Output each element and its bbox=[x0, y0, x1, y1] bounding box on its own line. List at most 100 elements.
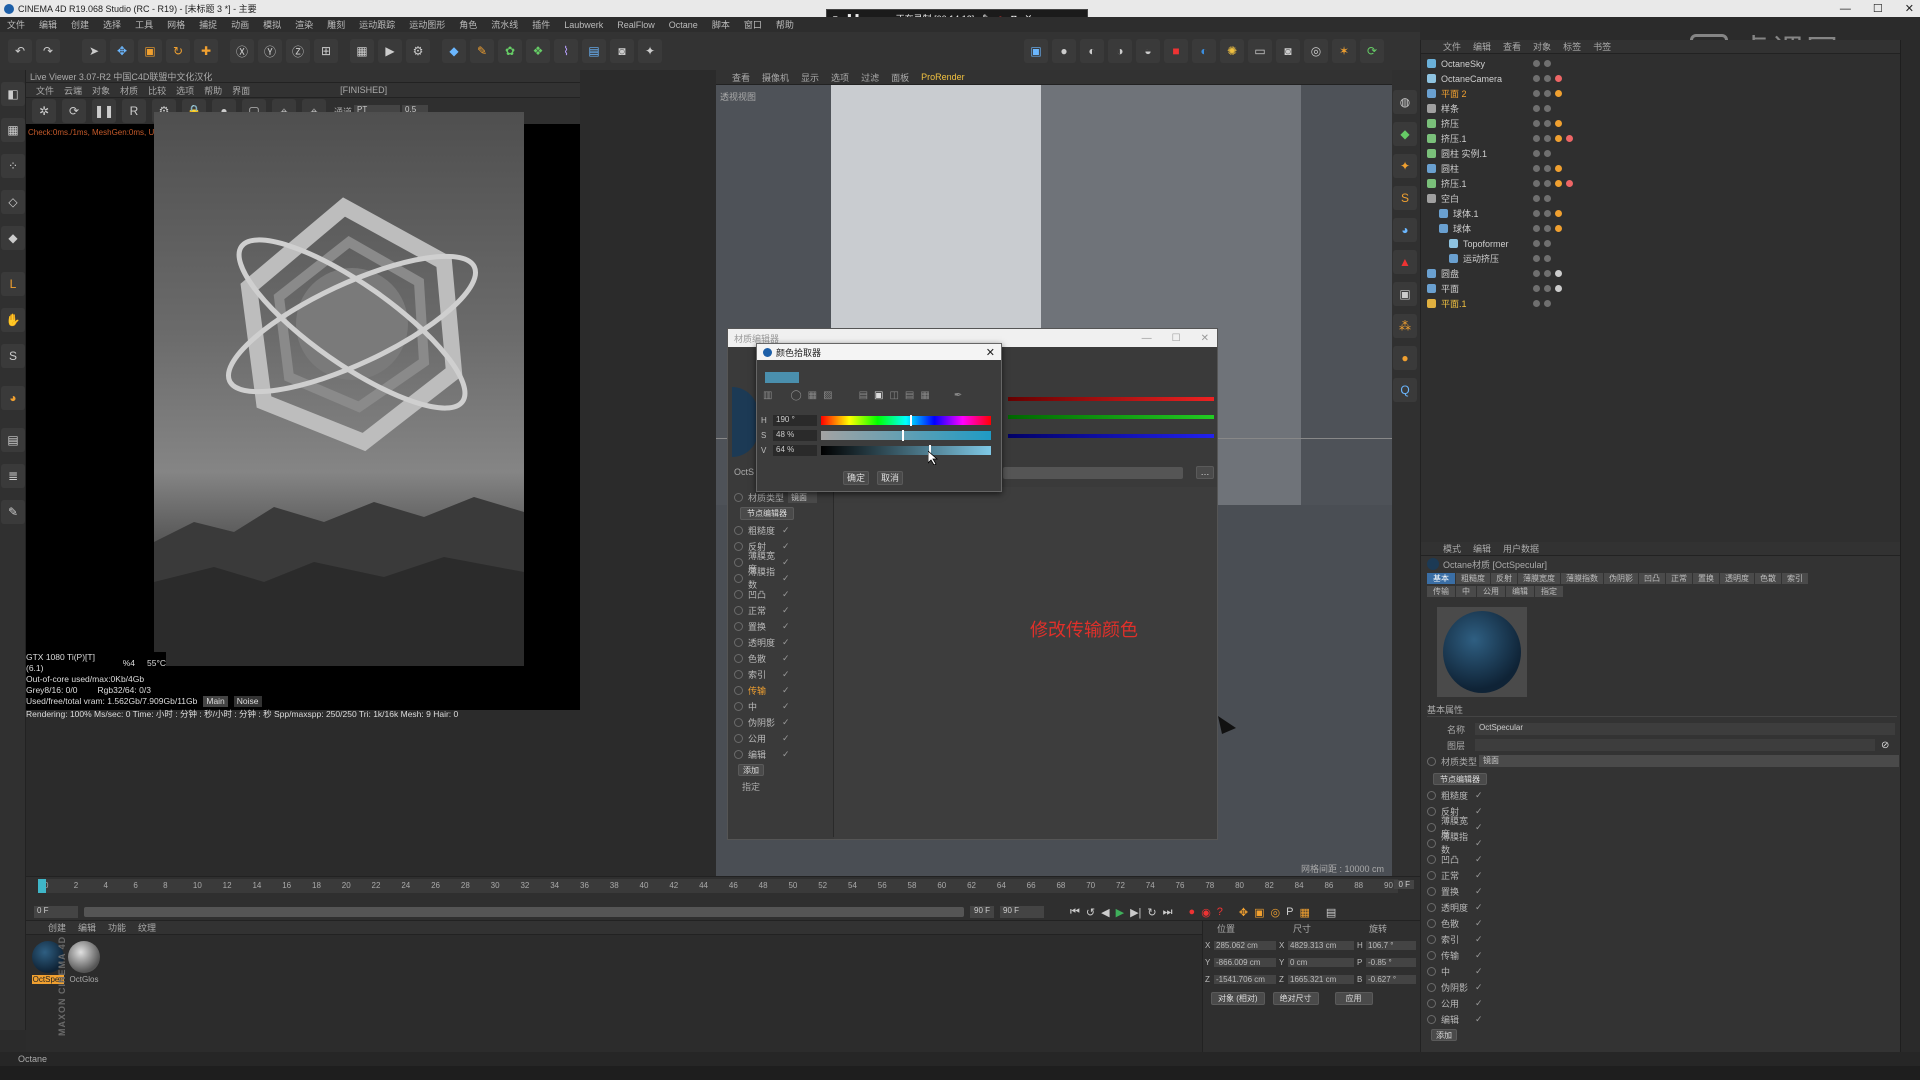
octane-s-icon[interactable]: S bbox=[1393, 186, 1417, 210]
light-icon[interactable]: ✦ bbox=[638, 39, 662, 63]
step-back-icon[interactable]: ◀ bbox=[1101, 906, 1109, 919]
timeline-playhead[interactable] bbox=[38, 879, 46, 893]
attr-channel[interactable]: 反射 ✓ bbox=[1421, 803, 1900, 819]
octane-live-icon[interactable]: ▣ bbox=[1024, 39, 1048, 63]
octane-spray-icon[interactable]: ⁂ bbox=[1393, 314, 1417, 338]
paint-icon[interactable]: ✎ bbox=[1, 500, 25, 524]
deformer-icon[interactable]: ⌇ bbox=[554, 39, 578, 63]
mm-menu-item[interactable]: 纹理 bbox=[138, 921, 156, 934]
camera2-icon[interactable]: ◙ bbox=[1276, 39, 1300, 63]
eyedropper-icon[interactable]: ✒ bbox=[954, 390, 962, 401]
y-axis-icon[interactable]: Ⓨ bbox=[258, 39, 282, 63]
octane-mat-icon[interactable]: ✦ bbox=[1393, 154, 1417, 178]
attr-tab[interactable]: 色散 bbox=[1755, 572, 1781, 584]
record-icon[interactable]: ■ bbox=[1164, 39, 1188, 63]
me-channel[interactable]: 置换 ✓ bbox=[728, 618, 833, 634]
me-channel[interactable]: 正常 ✓ bbox=[728, 602, 833, 618]
am-menu-item[interactable]: 用户数据 bbox=[1503, 542, 1539, 555]
tree-row[interactable]: OctaneSky bbox=[1421, 56, 1920, 71]
attr-channel[interactable]: 索引 ✓ bbox=[1421, 931, 1900, 947]
attr-tab[interactable]: 正常 bbox=[1666, 572, 1692, 584]
timeline-frame-field[interactable]: 0 F bbox=[1394, 880, 1414, 889]
sphere-icon[interactable]: ● bbox=[1052, 39, 1076, 63]
me-name-field[interactable] bbox=[1003, 467, 1183, 479]
ok-button[interactable]: 确定 bbox=[843, 471, 869, 485]
tree-row[interactable]: 球体.1 bbox=[1421, 206, 1920, 221]
lv-menu-item[interactable]: 对象 bbox=[92, 84, 110, 97]
goto-end-icon[interactable]: ⏭ bbox=[1163, 906, 1173, 919]
om-menu-item[interactable]: 查看 bbox=[1503, 40, 1521, 53]
vp-menu-item[interactable]: 显示 bbox=[801, 71, 819, 84]
auto-key-icon[interactable]: ◉ bbox=[1201, 906, 1211, 919]
menu-item[interactable]: 动画 bbox=[231, 18, 249, 31]
layers-icon[interactable]: ≣ bbox=[1, 464, 25, 488]
play-icon[interactable]: ▶ bbox=[1116, 906, 1124, 919]
attr-layer-field[interactable] bbox=[1475, 739, 1875, 751]
goto-start-icon[interactable]: ⏮ bbox=[1070, 906, 1080, 919]
mm-menu-item[interactable]: 编辑 bbox=[78, 921, 96, 934]
attr-channel[interactable]: 薄膜宽度 ✓ bbox=[1421, 816, 1900, 839]
menu-item[interactable]: 选择 bbox=[103, 18, 121, 31]
v-slider[interactable] bbox=[821, 445, 991, 456]
me-channel[interactable]: 粗糙度 ✓ bbox=[728, 522, 833, 538]
picker-mode-icon[interactable]: ▥ bbox=[763, 390, 772, 401]
record-key-icon[interactable]: ● bbox=[1189, 906, 1196, 918]
me-channel[interactable]: 公用 ✓ bbox=[728, 730, 833, 746]
vp-menu-item[interactable]: 查看 bbox=[732, 71, 750, 84]
h-value-field[interactable]: 190 ° bbox=[773, 415, 817, 426]
vp-menu-item[interactable]: ProRender bbox=[921, 72, 965, 82]
tree-row[interactable]: Topoformer bbox=[1421, 236, 1920, 251]
timeline-menu-icon[interactable]: ▤ bbox=[1326, 906, 1336, 919]
octane-shape-icon[interactable]: ◕ bbox=[1393, 218, 1417, 242]
octane-light-icon[interactable]: ◆ bbox=[1393, 122, 1417, 146]
material-swatch[interactable]: OctGlos bbox=[68, 941, 100, 984]
me-type-radio[interactable] bbox=[734, 492, 743, 502]
grid-icon[interactable]: ▤ bbox=[1, 428, 25, 452]
rect-light-icon[interactable]: ▭ bbox=[1248, 39, 1272, 63]
coord-field[interactable]: -0.627 ° bbox=[1366, 975, 1416, 984]
attr-tab[interactable]: 置换 bbox=[1693, 572, 1719, 584]
lv-tab-noise[interactable]: Noise bbox=[233, 696, 262, 707]
attr-channel[interactable]: 传输 ✓ bbox=[1421, 947, 1900, 963]
coord-field[interactable]: 106.7 ° bbox=[1366, 941, 1416, 950]
attr-tab[interactable]: 凹凸 bbox=[1639, 572, 1665, 584]
me-max-button[interactable]: ☐ bbox=[1172, 333, 1181, 344]
mode-polygons-icon[interactable]: ◆ bbox=[1, 226, 25, 250]
coord-field[interactable]: 1665.321 cm bbox=[1288, 975, 1354, 984]
tree-row[interactable]: 平面 bbox=[1421, 281, 1920, 296]
menu-item[interactable]: 网格 bbox=[167, 18, 185, 31]
lv-menu-item[interactable]: 界面 bbox=[232, 84, 250, 97]
v-value-field[interactable]: 64 % bbox=[773, 445, 817, 456]
lv-menu-item[interactable]: 比较 bbox=[148, 84, 166, 97]
attr-tab[interactable]: 中 bbox=[1456, 585, 1476, 597]
coord-field[interactable]: 0 cm bbox=[1288, 958, 1354, 967]
render-view-icon[interactable]: ▦ bbox=[350, 39, 374, 63]
menu-item[interactable]: 工具 bbox=[135, 18, 153, 31]
tree-row[interactable]: 挤压.1 bbox=[1421, 176, 1920, 191]
s-slider-handle[interactable] bbox=[901, 430, 904, 441]
menu-item[interactable]: 雕刻 bbox=[327, 18, 345, 31]
attr-tab[interactable]: 薄膜宽度 bbox=[1518, 572, 1560, 584]
me-channel[interactable]: 伪阴影 ✓ bbox=[728, 714, 833, 730]
sun-icon[interactable]: ✺ bbox=[1220, 39, 1244, 63]
rotate-key-icon[interactable]: ◎ bbox=[1271, 906, 1281, 919]
lv-tab-main[interactable]: Main bbox=[203, 696, 228, 707]
wheel-mode-icon[interactable]: ◯ bbox=[790, 390, 801, 401]
attr-channel[interactable]: 编辑 ✓ bbox=[1421, 1011, 1900, 1027]
me-channel[interactable]: 色散 ✓ bbox=[728, 650, 833, 666]
maximize-button[interactable]: ☐ bbox=[1873, 2, 1883, 15]
lv-restart-icon[interactable]: ⟳ bbox=[62, 99, 86, 123]
mm-menu-item[interactable]: 功能 bbox=[108, 921, 126, 934]
attr-channel[interactable]: 凹凸 ✓ bbox=[1421, 851, 1900, 867]
tree-row[interactable]: 圆盘 bbox=[1421, 266, 1920, 281]
attr-node-editor-button[interactable]: 节点编辑器 bbox=[1433, 773, 1487, 785]
attr-tab[interactable]: 粗糙度 bbox=[1456, 572, 1490, 584]
x-axis-icon[interactable]: Ⓧ bbox=[230, 39, 254, 63]
end-field[interactable]: 90 F bbox=[970, 906, 995, 918]
menu-item[interactable]: 捕捉 bbox=[199, 18, 217, 31]
next-key-icon[interactable]: ↻ bbox=[1147, 906, 1156, 919]
prev-key-icon[interactable]: ↺ bbox=[1086, 906, 1095, 919]
rgb-mode-icon[interactable]: ▤ bbox=[859, 390, 868, 401]
tree-row[interactable]: OctaneCamera bbox=[1421, 71, 1920, 86]
me-channel[interactable]: 透明度 ✓ bbox=[728, 634, 833, 650]
